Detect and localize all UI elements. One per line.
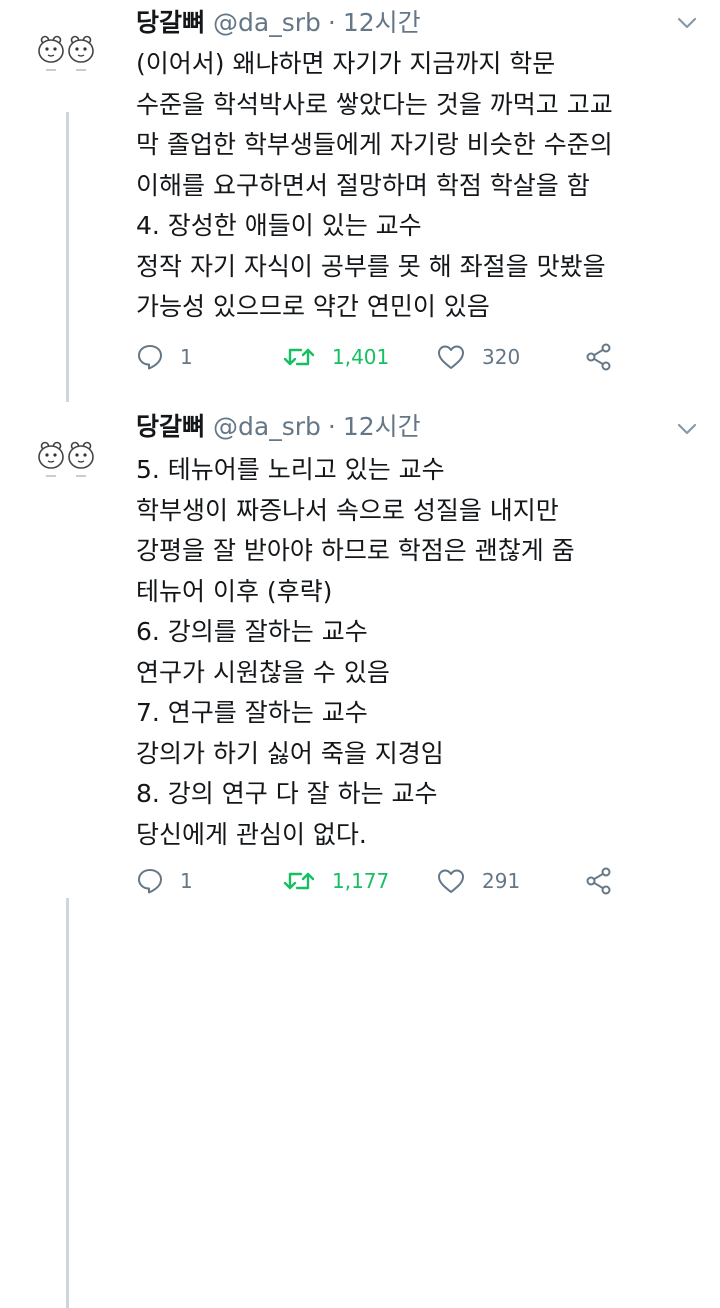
tweet-text-line: 테뉴어 이후 (후략) [136, 576, 333, 606]
tweet-header: 당갈뼈 @da_srb · 12시간 [136, 410, 421, 444]
reply-button[interactable]: 1 [136, 864, 193, 898]
tweet-text-line: 연구가 시원찮을 수 있음 [136, 657, 390, 687]
heart-icon [436, 867, 466, 895]
tweet-header: 당갈뼈 @da_srb · 12시간 [136, 6, 421, 40]
author-name[interactable]: 당갈뼈 [136, 8, 205, 37]
author-handle[interactable]: @da_srb [213, 8, 321, 37]
tweet-text-line: 학부생이 짜증나서 속으로 성질을 내지만 [136, 495, 559, 525]
thread-connector-line [66, 112, 69, 402]
tweet-action-bar: 1 1,401 320 [136, 340, 676, 374]
tweet-text-line: 이해를 요구하면서 절망하며 학점 학살을 함 [136, 170, 590, 200]
tweet-text-line: 5. 테뉴어를 노리고 있는 교수 [136, 455, 445, 484]
retweet-count: 1,401 [332, 345, 390, 369]
like-count: 320 [482, 345, 521, 369]
share-icon [584, 342, 614, 372]
like-count: 291 [482, 869, 521, 893]
like-button[interactable]: 320 [436, 340, 520, 374]
tweet-text-line: 4. 장성한 애들이 있는 교수 [136, 211, 422, 240]
tweet-timestamp[interactable]: 12시간 [343, 8, 421, 37]
retweet-count: 1,177 [332, 869, 390, 893]
hamster-avatar-icon[interactable] [36, 440, 100, 486]
thread-connector-line [66, 898, 69, 1308]
tweet-card[interactable]: 당갈뼈 @da_srb · 12시간 (이어서) 왜냐하면 자기가 지금까지 학문 수… [0, 0, 720, 402]
tweet-text-line: (이어서) 왜냐하면 자기가 지금까지 학문 [136, 49, 556, 78]
tweet-text-line: 8. 강의 연구 다 잘 하는 교수 [136, 779, 438, 808]
share-button[interactable] [584, 864, 614, 898]
tweet-text: 5. 테뉴어를 노리고 있는 교수 학부생이 짜증나서 속으로 성질을 내지만 … [136, 450, 706, 855]
tweet-text-line: 막 졸업한 학부생들에게 자기랑 비슷한 수준의 [136, 130, 613, 159]
share-icon [584, 866, 614, 896]
tweet-card[interactable]: 당갈뼈 @da_srb · 12시간 5. 테뉴어를 노리고 있는 교수 학부생이 짜… [0, 386, 720, 1308]
author-handle[interactable]: @da_srb [213, 412, 321, 441]
header-separator: · [327, 412, 336, 441]
reply-button[interactable]: 1 [136, 340, 193, 374]
reply-count: 1 [180, 345, 193, 369]
reply-bubble-icon [136, 343, 164, 371]
header-separator: · [327, 8, 336, 37]
hamster-avatar-icon[interactable] [36, 34, 100, 80]
tweet-text-line: 6. 강의를 잘하는 교수 [136, 617, 368, 646]
share-button[interactable] [584, 340, 614, 374]
retweet-arrows-icon [282, 344, 316, 370]
chevron-down-icon[interactable] [674, 420, 700, 438]
tweet-action-bar: 1 1,177 291 [136, 864, 676, 898]
chevron-down-icon[interactable] [674, 14, 700, 32]
tweet-text-line: 가능성 있으므로 약간 연민이 있음 [136, 292, 490, 321]
tweet-timestamp[interactable]: 12시간 [343, 412, 421, 441]
tweet-text-line: 당신에게 관심이 없다. [136, 819, 367, 849]
tweet-text: (이어서) 왜냐하면 자기가 지금까지 학문 수준을 학석박사로 쌓았다는 것을… [136, 44, 706, 328]
heart-icon [436, 343, 466, 371]
tweet-text-line: 수준을 학석박사로 쌓았다는 것을 까먹고 고교 [136, 89, 613, 119]
tweet-text-line: 7. 연구를 잘하는 교수 [136, 698, 368, 727]
reply-bubble-icon [136, 867, 164, 895]
retweet-button[interactable]: 1,401 [282, 340, 389, 374]
author-name[interactable]: 당갈뼈 [136, 412, 205, 441]
tweet-text-line: 강평을 잘 받아야 하므로 학점은 괜찮게 줌 [136, 536, 575, 565]
retweet-arrows-icon [282, 868, 316, 894]
like-button[interactable]: 291 [436, 864, 520, 898]
tweet-text-line: 정작 자기 자식이 공부를 못 해 좌절을 맛봤을 [136, 251, 606, 281]
reply-count: 1 [180, 869, 193, 893]
retweet-button[interactable]: 1,177 [282, 864, 389, 898]
tweet-text-line: 강의가 하기 싫어 죽을 지경임 [136, 738, 444, 768]
